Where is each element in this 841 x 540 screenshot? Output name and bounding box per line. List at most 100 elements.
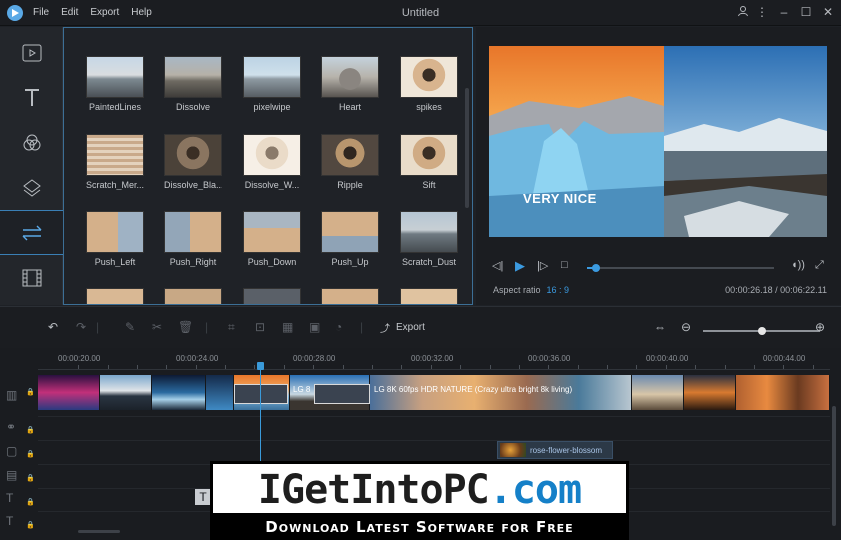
playback-progress-slider[interactable] <box>587 264 774 272</box>
watermark-brand: IGetIntoPC <box>257 467 490 513</box>
audio-clip-thumbnail <box>500 443 526 457</box>
zoom-in-icon[interactable]: ⊕ <box>815 320 825 334</box>
maximize-icon[interactable]: ☐ <box>798 5 814 19</box>
elements-icon[interactable] <box>0 255 63 300</box>
transition-tile[interactable] <box>400 288 458 304</box>
previous-frame-icon[interactable]: ◁| <box>492 259 503 272</box>
aspect-ratio[interactable]: Aspect ratio 16 : 9 <box>493 285 569 295</box>
transition-tile[interactable]: Dissolve_Bla... <box>164 134 222 190</box>
transition-tile[interactable]: PaintedLines <box>86 56 144 112</box>
transition-tile[interactable]: pixelwipe <box>243 56 301 112</box>
lock-icon[interactable]: 🔒 <box>26 521 35 529</box>
transition-thumbnail <box>164 288 222 304</box>
crop-icon[interactable]: ⌗ <box>228 320 235 335</box>
timeline-horizontal-scrollbar[interactable] <box>78 530 120 533</box>
playback-controls: ◁| ▶ |▷ □ ◖)) ⤢ <box>489 258 827 275</box>
menu-help[interactable]: Help <box>131 7 152 18</box>
overlay-track-icon: ▢ <box>6 444 18 458</box>
transition-clip[interactable] <box>314 384 370 404</box>
timeline-zoom-knob[interactable] <box>757 327 766 335</box>
more-icon[interactable]: ⋮ <box>754 5 770 19</box>
media-icon[interactable] <box>0 30 63 75</box>
playback-progress-knob[interactable] <box>592 264 601 272</box>
play-icon[interactable]: ▶ <box>515 258 525 274</box>
transition-tile[interactable]: Sift <box>400 134 458 190</box>
transition-tile[interactable]: Push_Left <box>86 211 144 267</box>
redo-icon[interactable]: ↷ <box>76 320 86 334</box>
transition-tile[interactable]: Push_Up <box>321 211 379 267</box>
transition-clip[interactable] <box>234 384 288 404</box>
transition-thumbnail <box>86 288 144 304</box>
transition-thumbnail <box>86 56 144 98</box>
speed-icon[interactable]: ◔ <box>335 320 342 334</box>
transition-label: pixelwipe <box>253 102 291 112</box>
playhead-handle[interactable] <box>257 362 264 370</box>
transition-tile[interactable]: spikes <box>400 56 458 112</box>
transitions-icon[interactable] <box>0 210 63 255</box>
transition-tile[interactable]: Dissolve_W... <box>243 134 301 190</box>
stop-icon[interactable]: □ <box>561 259 568 271</box>
transition-thumbnail <box>243 56 301 98</box>
menu-export[interactable]: Export <box>90 7 119 18</box>
filters-icon[interactable] <box>0 120 63 165</box>
delete-icon[interactable]: 🗑 <box>178 320 193 334</box>
fullscreen-icon[interactable]: ⤢ <box>815 259 824 272</box>
menu-file[interactable]: File <box>33 7 49 18</box>
transition-tile[interactable] <box>164 288 222 304</box>
fit-timeline-icon[interactable]: ⇔ <box>654 320 666 334</box>
undo-icon[interactable]: ↶ <box>48 320 58 334</box>
ruler-label: 00:00:28.00 <box>293 354 336 363</box>
transition-tile[interactable]: Push_Right <box>164 211 222 267</box>
transition-tile[interactable]: Scratch_Mer... <box>86 134 144 190</box>
lock-icon[interactable]: 🔒 <box>26 474 35 482</box>
mosaic-icon[interactable]: ▦ <box>282 320 293 334</box>
zoom-out-icon[interactable]: ⊖ <box>681 320 691 334</box>
transition-thumbnail <box>164 211 222 253</box>
volume-icon[interactable]: ◖)) <box>791 259 805 271</box>
audio-clip[interactable]: rose-flower-blossom <box>497 441 613 459</box>
transition-tile[interactable] <box>243 288 301 304</box>
lock-icon[interactable]: 🔒 <box>26 388 35 396</box>
transition-tile[interactable] <box>86 288 144 304</box>
minimize-icon[interactable]: – <box>776 5 792 19</box>
transition-tile[interactable]: Scratch_Dust <box>400 211 458 267</box>
transition-thumbnail <box>321 134 379 176</box>
transition-label: Push_Right <box>169 257 217 267</box>
clip-title: LG 8K 60fps HDR NATURE (Crazy ultra brig… <box>374 385 573 394</box>
aspect-ratio-value[interactable]: 16 : 9 <box>547 285 570 295</box>
app-logo-icon <box>7 5 23 21</box>
timecode: 00:00:26.18 / 00:06:22.11 <box>725 285 827 295</box>
text-icon[interactable] <box>0 75 63 120</box>
close-icon[interactable]: ✕ <box>820 5 836 19</box>
transition-tile[interactable]: Ripple <box>321 134 379 190</box>
menu-edit[interactable]: Edit <box>61 7 78 18</box>
export-button[interactable]: ⤴ Export <box>380 320 425 335</box>
watermark-subtitle: Download Latest Software for Free <box>265 518 574 536</box>
user-icon[interactable] <box>735 5 751 20</box>
transition-tile[interactable]: Push_Down <box>243 211 301 267</box>
ruler-label: 00:00:32.00 <box>411 354 454 363</box>
freeze-frame-icon[interactable]: ▣ <box>309 320 320 334</box>
ruler-label: 00:00:20.00 <box>58 354 101 363</box>
timeline-ruler[interactable]: 00:00:20.00 00:00:24.00 00:00:28.00 00:0… <box>38 348 830 370</box>
transition-tile[interactable] <box>321 288 379 304</box>
timeline-zoom-slider[interactable] <box>703 327 820 335</box>
separator: | <box>96 320 100 334</box>
video-preview: VERY NICE <box>489 46 827 237</box>
library-scrollbar[interactable] <box>465 88 469 208</box>
transition-thumbnail <box>243 134 301 176</box>
transition-tile[interactable]: Heart <box>321 56 379 112</box>
transition-thumbnail <box>400 211 458 253</box>
timeline-vertical-scrollbar[interactable] <box>832 406 836 526</box>
watermark-banner: IGetIntoPC.com Download Latest Software … <box>210 461 629 540</box>
edit-icon[interactable]: ✎ <box>125 320 135 334</box>
cut-icon[interactable]: ✂ <box>152 320 162 334</box>
overlays-icon[interactable] <box>0 165 63 210</box>
text-clip[interactable]: T <box>195 489 211 505</box>
next-frame-icon[interactable]: |▷ <box>537 259 548 272</box>
lock-icon[interactable]: 🔒 <box>26 498 35 506</box>
transition-tile[interactable]: Dissolve <box>164 56 222 112</box>
resize-icon[interactable]: ⊡ <box>255 320 265 334</box>
lock-icon[interactable]: 🔒 <box>26 426 35 434</box>
lock-icon[interactable]: 🔒 <box>26 450 35 458</box>
